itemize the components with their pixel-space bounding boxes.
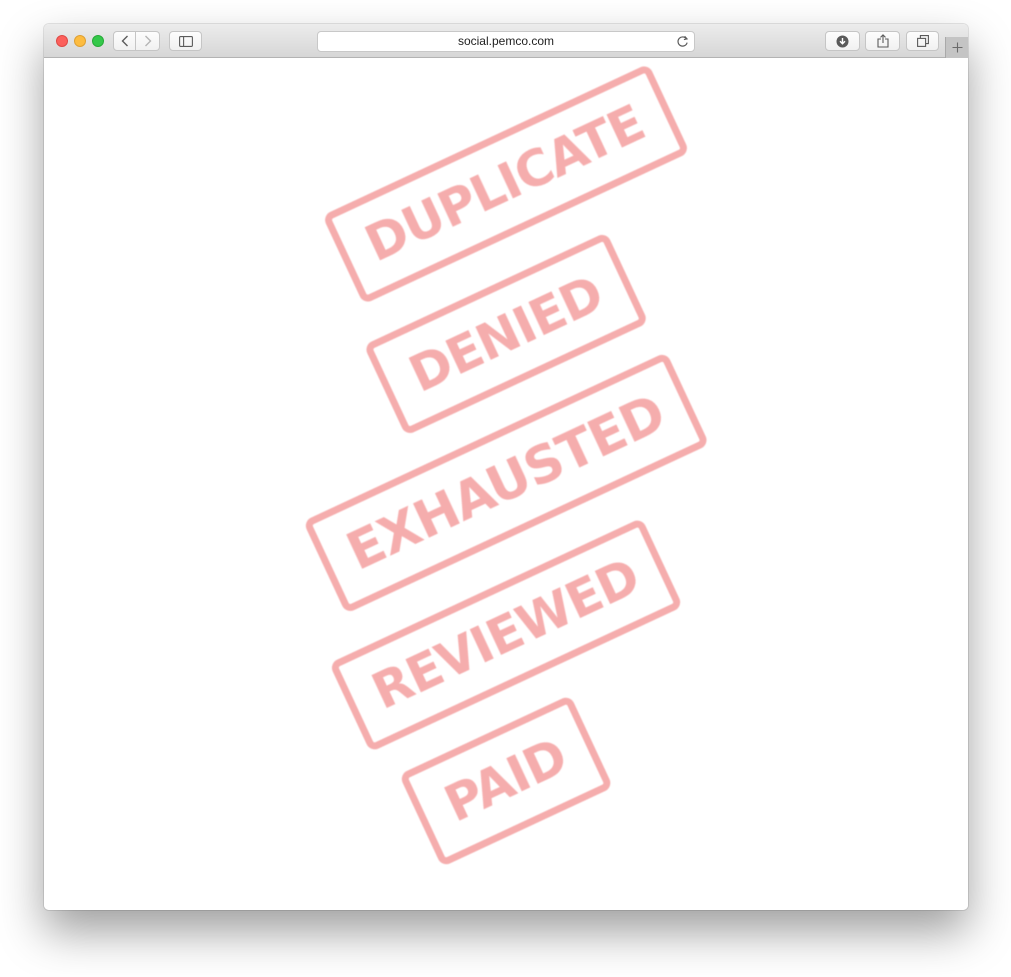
address-bar[interactable]: social.pemco.com (317, 31, 695, 52)
forward-button[interactable] (136, 31, 160, 51)
show-sidebar-button[interactable] (169, 31, 202, 51)
address-url: social.pemco.com (457, 34, 555, 48)
share-button[interactable] (865, 31, 900, 51)
back-button[interactable] (113, 31, 136, 51)
zoom-window-button[interactable] (92, 35, 104, 47)
tabs-overview-icon (916, 35, 929, 47)
reload-icon[interactable] (676, 35, 689, 48)
sidebar-icon (178, 35, 193, 47)
chevron-left-icon (121, 35, 128, 47)
plus-icon (952, 42, 962, 53)
close-window-button[interactable] (56, 35, 68, 47)
page-content: DUPLICATE DENIED EXHAUSTED REVIEWED PAID (44, 58, 968, 910)
title-bar: social.pemco.com (44, 24, 968, 58)
browser-window: social.pemco.com DUPLICATE DENIED EXHAUS… (44, 24, 968, 910)
share-icon (876, 34, 889, 48)
download-icon (836, 35, 849, 47)
new-tab-button[interactable] (945, 37, 968, 58)
stamp-duplicate: DUPLICATE (322, 63, 690, 305)
tab-overview-button[interactable] (906, 31, 939, 51)
chevron-right-icon (144, 35, 151, 47)
minimize-window-button[interactable] (74, 35, 86, 47)
downloads-button[interactable] (825, 31, 860, 51)
